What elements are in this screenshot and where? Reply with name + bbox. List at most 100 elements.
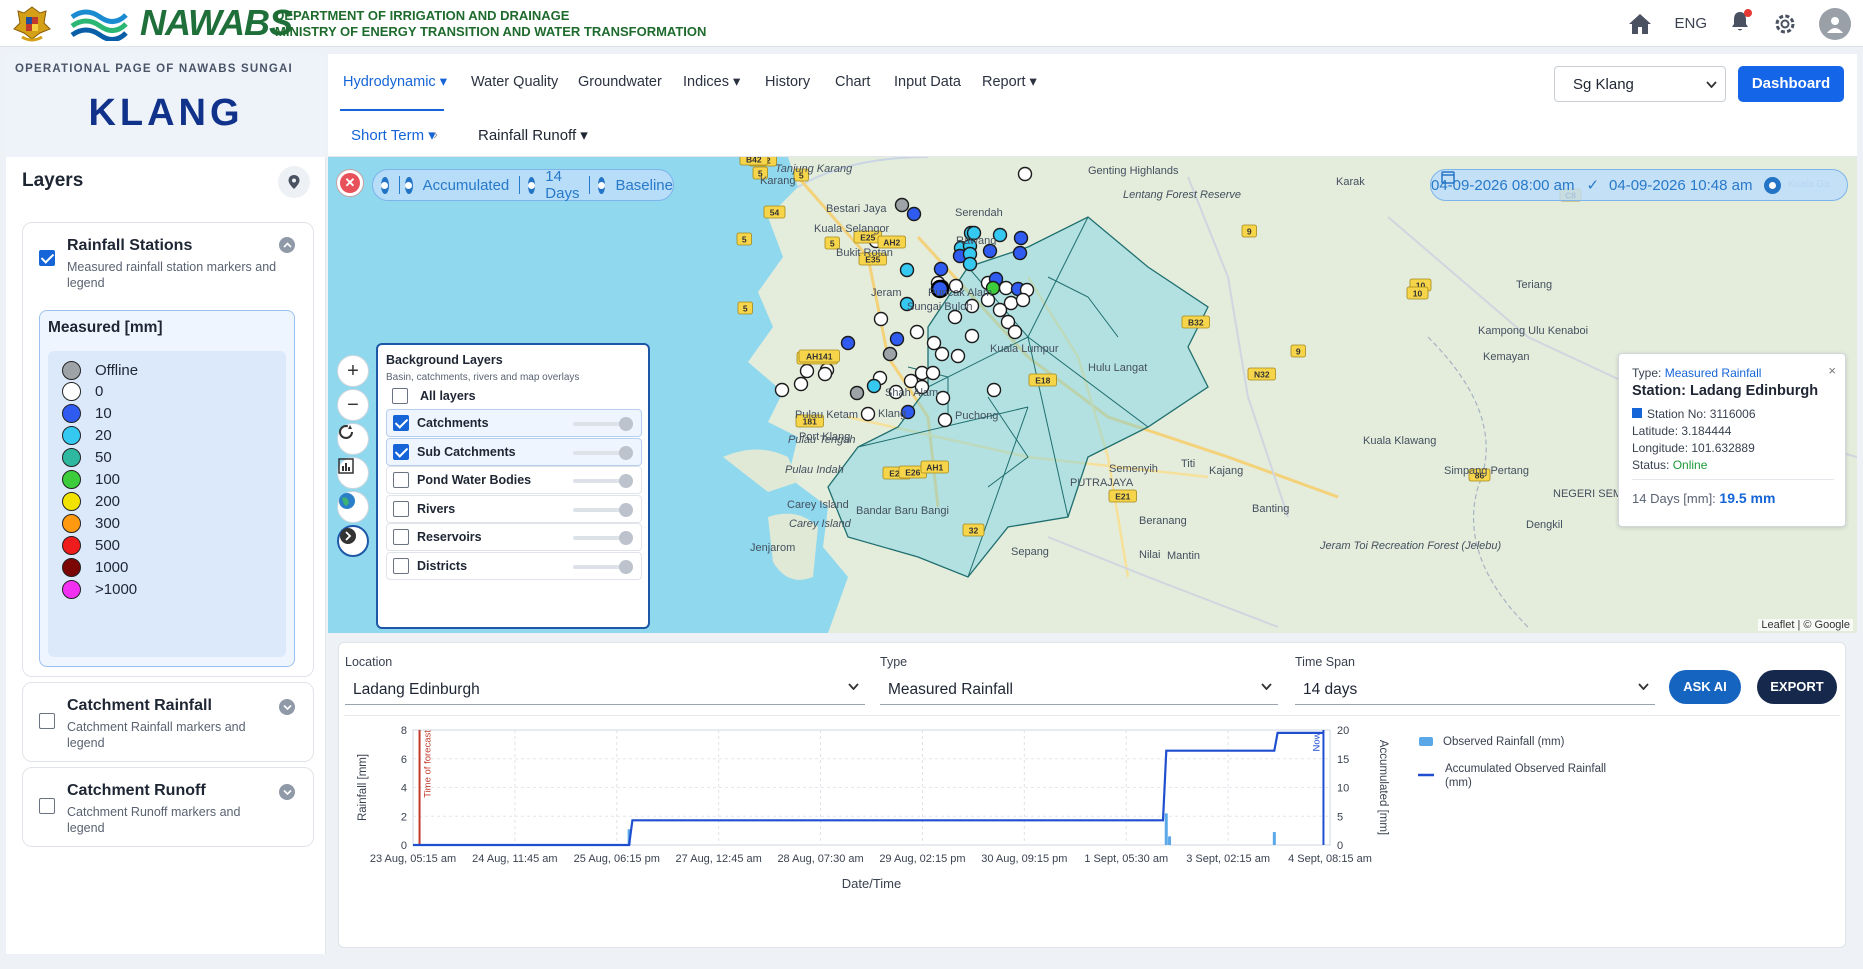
tab-groundwater[interactable]: Groundwater bbox=[578, 74, 662, 90]
opacity-slider[interactable] bbox=[573, 474, 633, 489]
station-marker[interactable] bbox=[986, 382, 1002, 398]
language-toggle[interactable]: ENG bbox=[1674, 15, 1707, 32]
collapse-rainfall-button[interactable] bbox=[279, 237, 295, 253]
opacity-slider[interactable] bbox=[573, 502, 633, 517]
station-marker[interactable] bbox=[935, 390, 951, 406]
station-marker[interactable] bbox=[899, 262, 915, 278]
road-shield-label: E26 bbox=[905, 468, 920, 478]
map-view[interactable]: B42B4255E25AH2E3554AH141AH141B32991010C8… bbox=[328, 157, 1857, 633]
basemap-button[interactable] bbox=[337, 491, 369, 523]
station-marker[interactable] bbox=[1017, 166, 1033, 182]
station-marker[interactable] bbox=[774, 382, 790, 398]
bg-layer-checkbox[interactable] bbox=[393, 529, 409, 546]
station-marker[interactable] bbox=[962, 256, 978, 272]
time-span-select[interactable]: 14 days bbox=[1295, 673, 1655, 705]
bg-layer-checkbox[interactable] bbox=[393, 443, 409, 460]
home-icon[interactable] bbox=[1628, 13, 1652, 35]
station-marker[interactable] bbox=[793, 376, 809, 392]
tab-history[interactable]: History bbox=[765, 74, 810, 90]
type-select[interactable]: Measured Rainfall bbox=[880, 673, 1278, 705]
opacity-slider[interactable] bbox=[573, 445, 633, 460]
chevron-up-icon[interactable] bbox=[1764, 176, 1782, 194]
layers-panel-button[interactable] bbox=[337, 525, 369, 557]
basin-select[interactable]: Sg Klang bbox=[1554, 66, 1726, 102]
bg-layer-row[interactable]: Pond Water Bodies bbox=[386, 466, 642, 495]
station-marker[interactable] bbox=[950, 348, 966, 364]
station-marker[interactable] bbox=[889, 331, 905, 347]
tab-report[interactable]: Report ▾ bbox=[982, 74, 1037, 90]
bg-layer-checkbox[interactable] bbox=[393, 558, 409, 574]
date-range-pill[interactable]: 04-09-2026 08:00 am ✓ 04-09-2026 10:48 a… bbox=[1430, 169, 1848, 201]
station-marker[interactable] bbox=[906, 206, 922, 222]
opacity-slider[interactable] bbox=[573, 417, 633, 431]
location-select[interactable]: Ladang Edinburgh bbox=[345, 673, 865, 705]
station-marker[interactable] bbox=[1015, 292, 1031, 308]
zoom-out-button[interactable]: − bbox=[337, 389, 369, 421]
station-marker[interactable] bbox=[909, 324, 925, 340]
bg-layer-row[interactable]: Rivers bbox=[386, 494, 642, 523]
bg-layer-checkbox[interactable] bbox=[393, 500, 409, 517]
bg-layer-checkbox[interactable] bbox=[393, 472, 409, 489]
subtab-short-term[interactable]: Short Term ▾ bbox=[351, 126, 436, 144]
filter-toggle-icon[interactable] bbox=[381, 176, 389, 194]
station-marker[interactable] bbox=[860, 406, 876, 422]
gear-icon[interactable] bbox=[1773, 12, 1797, 36]
accumulated-option[interactable]: Accumulated bbox=[423, 177, 510, 194]
station-marker[interactable] bbox=[926, 335, 942, 351]
popup-close-icon[interactable]: × bbox=[1828, 363, 1836, 378]
zoom-in-button[interactable]: + bbox=[337, 355, 369, 387]
tab-chart[interactable]: Chart bbox=[835, 74, 870, 90]
bg-layer-row[interactable]: Reservoirs bbox=[386, 523, 642, 552]
station-marker[interactable] bbox=[799, 363, 815, 379]
station-marker[interactable] bbox=[882, 346, 898, 362]
expand-catchment-rainfall-button[interactable] bbox=[279, 699, 295, 715]
station-marker[interactable] bbox=[1013, 230, 1029, 246]
catchment-runoff-checkbox[interactable] bbox=[39, 798, 55, 814]
station-marker[interactable] bbox=[998, 280, 1014, 296]
range-end[interactable]: 04-09-2026 10:48 am bbox=[1609, 177, 1752, 194]
notifications-button[interactable] bbox=[1729, 9, 1752, 37]
station-marker[interactable] bbox=[849, 385, 865, 401]
station-marker[interactable] bbox=[873, 311, 889, 327]
ask-ai-button[interactable]: ASK AI bbox=[1669, 670, 1741, 704]
refresh-button[interactable] bbox=[337, 423, 369, 455]
tab-hydrodynamic[interactable]: Hydrodynamic ▾ bbox=[343, 74, 447, 90]
station-marker[interactable] bbox=[866, 378, 882, 394]
days-option[interactable]: 14 Days bbox=[545, 168, 579, 202]
station-marker[interactable] bbox=[964, 328, 980, 344]
chart-toggle-button[interactable] bbox=[337, 457, 369, 489]
opacity-slider[interactable] bbox=[573, 531, 633, 546]
station-marker[interactable] bbox=[840, 335, 856, 351]
catchment-rainfall-checkbox[interactable] bbox=[39, 713, 55, 729]
all-layers-checkbox[interactable] bbox=[392, 388, 408, 404]
subtab-rainfall-runoff[interactable]: Rainfall Runoff ▾ bbox=[478, 126, 588, 144]
bg-layer-checkbox[interactable] bbox=[393, 415, 409, 431]
bg-layer-row[interactable]: Sub Catchments bbox=[386, 437, 642, 466]
station-marker[interactable] bbox=[992, 302, 1008, 318]
tab-indices[interactable]: Indices ▾ bbox=[683, 74, 740, 90]
clear-filters-button[interactable]: ✕ bbox=[336, 169, 364, 197]
filter-pill[interactable]: Accumulated 14 Days Baseline bbox=[372, 168, 674, 202]
bg-layer-row[interactable]: Catchments bbox=[386, 409, 642, 437]
dashboard-button[interactable]: Dashboard bbox=[1738, 66, 1844, 102]
station-marker[interactable] bbox=[894, 197, 910, 213]
station-marker[interactable] bbox=[1007, 324, 1023, 340]
expand-catchment-runoff-button[interactable] bbox=[279, 784, 295, 800]
rainfall-stations-checkbox[interactable] bbox=[39, 250, 55, 266]
locate-button[interactable] bbox=[278, 166, 310, 198]
map-attribution[interactable]: Leaflet | © Google bbox=[1758, 619, 1853, 631]
avatar[interactable] bbox=[1819, 7, 1851, 40]
station-marker[interactable] bbox=[934, 346, 950, 362]
export-button[interactable]: EXPORT bbox=[1757, 670, 1837, 704]
opacity-slider[interactable] bbox=[573, 560, 633, 574]
station-marker[interactable] bbox=[925, 365, 941, 381]
tab-water-quality[interactable]: Water Quality bbox=[471, 74, 558, 90]
baseline-option[interactable]: Baseline bbox=[615, 177, 673, 194]
station-marker[interactable] bbox=[937, 412, 953, 428]
tab-input-data[interactable]: Input Data bbox=[894, 74, 961, 90]
bg-layer-row[interactable]: Districts bbox=[386, 552, 642, 580]
station-marker[interactable] bbox=[1012, 245, 1028, 261]
station-marker[interactable] bbox=[933, 261, 949, 277]
all-layers-row[interactable]: All layers bbox=[386, 383, 642, 411]
station-marker[interactable] bbox=[817, 366, 833, 382]
